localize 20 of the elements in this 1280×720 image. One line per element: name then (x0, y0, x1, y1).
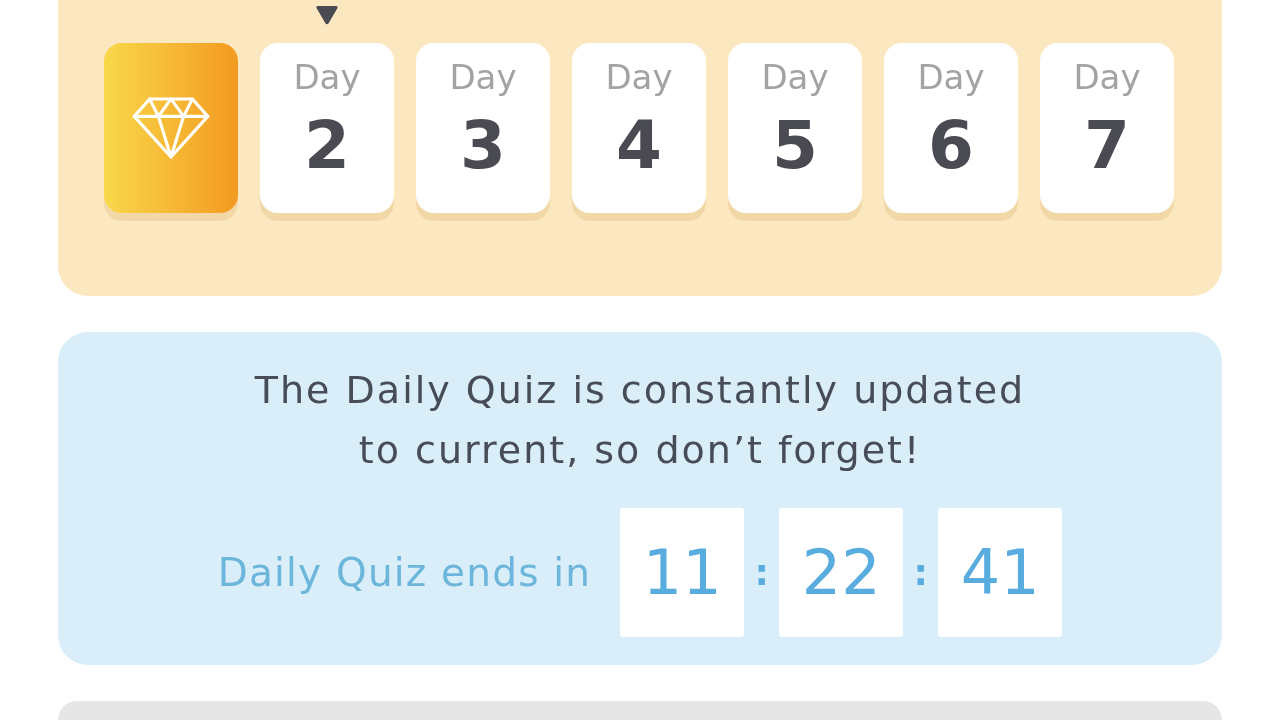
day-number: 7 (1084, 110, 1130, 182)
diamond-icon (132, 97, 210, 159)
day-number: 2 (304, 110, 350, 182)
day-label: Day (1073, 57, 1141, 97)
timer-separator: : (912, 552, 929, 593)
timer-digits: 41 (938, 508, 1063, 637)
day-number: 5 (772, 110, 818, 182)
day-label: Day (761, 57, 829, 97)
day-label: Day (293, 57, 361, 97)
timer-separator: : (753, 552, 770, 593)
timer-digits: 11 (620, 508, 745, 637)
day-number: 4 (616, 110, 662, 182)
timer-digits: 22 (779, 508, 904, 637)
day-label: Day (605, 57, 673, 97)
day-label: Day (917, 57, 985, 97)
day-number: 6 (928, 110, 974, 182)
day-number: 3 (460, 110, 506, 182)
day-label: Day (449, 57, 517, 97)
countdown-label: Daily Quiz ends in (217, 550, 592, 595)
quiz-message: The Daily Quiz is constantly updated to current, so don’t forget! (254, 367, 1026, 474)
